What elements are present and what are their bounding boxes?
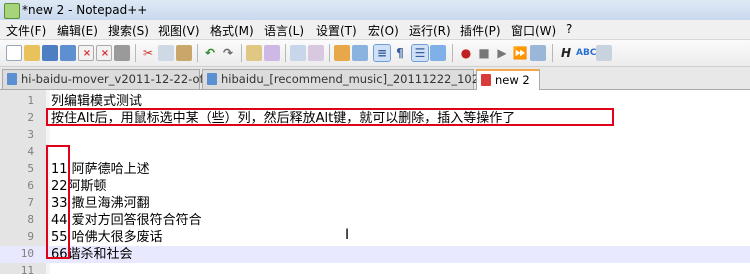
unsaved-file-icon — [481, 74, 491, 86]
menu-macro[interactable]: 宏(O) — [368, 22, 399, 39]
tab-label: new 2 — [495, 73, 530, 87]
toolbar-separator — [452, 44, 453, 62]
zoom-out-icon[interactable] — [308, 45, 324, 61]
user-lang-icon[interactable] — [430, 45, 446, 61]
toolbar-separator — [329, 44, 330, 62]
pilcrow-icon[interactable]: ¶ — [392, 45, 408, 61]
macro-save-icon[interactable] — [530, 45, 546, 61]
text-line[interactable]: 6 22阿斯顿 — [0, 178, 750, 195]
menu-search[interactable]: 搜索(S) — [108, 22, 149, 39]
new-file-icon[interactable] — [6, 45, 22, 61]
line-number: 7 — [27, 196, 34, 209]
sync-scroll-icon[interactable] — [334, 45, 350, 61]
toolbar-separator — [197, 44, 198, 62]
title-bar: *new 2 - Notepad++ — [0, 0, 750, 20]
toolbar: × × ✂ ↶ ↷ ≡ ¶ ☰ ● ■ ▶ ⏩ H ABC — [0, 40, 750, 67]
word-wrap-icon[interactable] — [352, 45, 368, 61]
line-number: 2 — [27, 111, 34, 124]
copy-icon[interactable] — [158, 45, 174, 61]
line-number: 4 — [27, 145, 34, 158]
toolbar-separator — [241, 44, 242, 62]
menu-bar: 文件(F) 编辑(E) 搜索(S) 视图(V) 格式(M) 语言(L) 设置(T… — [0, 20, 750, 40]
window-title: *new 2 - Notepad++ — [22, 3, 148, 17]
tab-new-2[interactable]: new 2 — [476, 69, 540, 90]
line-number: 11 — [20, 264, 34, 277]
notepadpp-app-icon — [4, 3, 20, 19]
menu-help[interactable]: ? — [566, 22, 572, 36]
macro-play-icon[interactable]: ▶ — [494, 45, 510, 61]
menu-plugins[interactable]: 插件(P) — [460, 22, 501, 39]
line-number: 6 — [27, 179, 34, 192]
indent-guide-icon[interactable]: ☰ — [411, 44, 429, 62]
paste-icon[interactable] — [176, 45, 192, 61]
menu-language[interactable]: 语言(L) — [264, 22, 304, 39]
line-number: 8 — [27, 213, 34, 226]
file-icon — [7, 73, 17, 85]
zoom-in-icon[interactable] — [290, 45, 306, 61]
open-file-icon[interactable] — [24, 45, 40, 61]
line-text: 44 爱对方回答很符合符合 — [51, 213, 202, 228]
redo-icon[interactable]: ↷ — [220, 45, 236, 61]
spellcheck-icon[interactable]: ABC — [576, 45, 596, 61]
editor-area[interactable]: 1 列编辑模式测试 2 按住Alt后，用鼠标选中某（些）列，然后释放Alt键，就可以… — [0, 90, 750, 277]
toolbar-separator — [135, 44, 136, 62]
macro-record-icon[interactable]: ● — [458, 45, 474, 61]
line-number: 5 — [27, 162, 34, 175]
annotation-box-column-selection — [46, 145, 70, 259]
line-number: 1 — [27, 94, 34, 107]
text-line[interactable]: 8 44 爱对方回答很符合符合 — [0, 212, 750, 229]
menu-window[interactable]: 窗口(W) — [511, 22, 556, 39]
file-icon — [207, 73, 217, 85]
menu-view[interactable]: 视图(V) — [158, 22, 200, 39]
toolbar-separator — [552, 44, 553, 62]
menu-edit[interactable]: 编辑(E) — [57, 22, 98, 39]
text-line[interactable]: 7 33 撒旦海沸河翻 — [0, 195, 750, 212]
misc-icon[interactable] — [596, 45, 612, 61]
toolbar-separator — [285, 44, 286, 62]
text-line[interactable]: 4 — [0, 144, 750, 161]
text-line[interactable]: 11 — [0, 263, 750, 280]
find-icon[interactable] — [246, 45, 262, 61]
menu-run[interactable]: 运行(R) — [409, 22, 451, 39]
show-all-chars-icon[interactable]: ≡ — [373, 44, 391, 62]
save-all-icon[interactable] — [60, 45, 76, 61]
line-number: 9 — [27, 230, 34, 243]
line-number: 3 — [27, 128, 34, 141]
text-line[interactable]: 5 11 阿萨德哈上述 — [0, 161, 750, 178]
hex-icon[interactable]: H — [558, 45, 574, 61]
replace-icon[interactable] — [264, 45, 280, 61]
close-icon[interactable]: × — [78, 45, 94, 61]
text-line[interactable]: 9 55 哈佛大很多废话 — [0, 229, 750, 246]
text-line[interactable]: 3 — [0, 127, 750, 144]
tab-bar: hi-baidu-mover_v2011-12-22-office.py hib… — [0, 67, 750, 90]
annotation-box-line-2 — [46, 108, 614, 126]
save-icon[interactable] — [42, 45, 58, 61]
line-number: 10 — [20, 247, 34, 260]
close-all-icon[interactable]: × — [96, 45, 112, 61]
current-text-line[interactable]: 10 66谐杀和社会 — [0, 246, 750, 263]
menu-settings[interactable]: 设置(T) — [316, 22, 357, 39]
tab-hibaidu-xml[interactable]: hibaidu_[recommend_music]_20111222_1025-… — [202, 69, 523, 89]
menu-file[interactable]: 文件(F) — [6, 22, 46, 39]
tab-hi-baidu-mover-py[interactable]: hi-baidu-mover_v2011-12-22-office.py — [2, 69, 242, 89]
text-cursor-ibeam-icon: I — [345, 227, 350, 243]
macro-stop-icon[interactable]: ■ — [476, 45, 492, 61]
macro-run-multiple-icon[interactable]: ⏩ — [512, 45, 528, 61]
print-icon[interactable] — [114, 45, 130, 61]
undo-icon[interactable]: ↶ — [202, 45, 218, 61]
menu-format[interactable]: 格式(M) — [210, 22, 254, 39]
cut-icon[interactable]: ✂ — [140, 45, 156, 61]
